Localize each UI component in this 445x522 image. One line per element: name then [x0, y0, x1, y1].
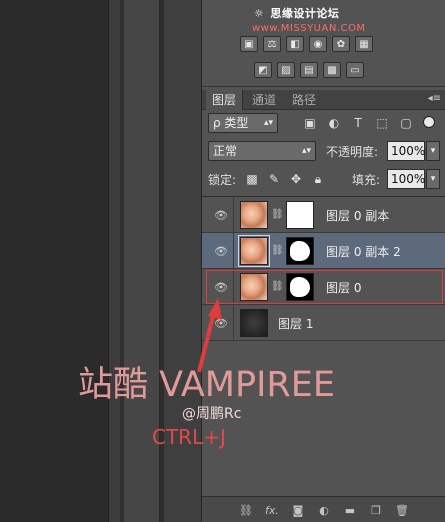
panel-menu-icon[interactable]: ◂≡	[428, 93, 441, 104]
layer-thumbnail[interactable]	[240, 201, 268, 229]
layers-panel-group: ☼ 思缘设计论坛 www.MISSYUAN.COM ▣ ⚖ ◧ ◉ ✿ ▦ ◩ …	[202, 0, 445, 522]
overlay-title: 站酷 VAMPIREE	[78, 365, 335, 405]
bottom-icons: ⛓ fx. ◙ ◐ ▬ ❐ 🗑︎	[238, 502, 410, 518]
eye-icon[interactable]: 👁︎	[214, 317, 228, 330]
fill-label: 填充:	[352, 173, 381, 187]
panel-dock-strip	[108, 0, 120, 522]
selective-color-icon[interactable]: ▩	[323, 62, 341, 78]
adjustment-filter-icon[interactable]: ◐	[326, 115, 342, 131]
black-white-icon[interactable]: ◧	[286, 36, 304, 52]
text-filter-icon[interactable]: T	[350, 115, 366, 131]
invert-icon[interactable]: ◩	[254, 62, 272, 78]
adjustment-row-2: ◩ ▨ ▤ ▩ ▭	[254, 62, 364, 78]
layer-row[interactable]: 👁︎ ⛓ 图层 0 副本	[202, 197, 445, 233]
watermark-text: 思缘设计论坛	[270, 7, 340, 20]
watermark: ☼ 思缘设计论坛 www.MISSYUAN.COM	[252, 5, 445, 34]
lock-brush-icon[interactable]: ✎	[266, 171, 282, 187]
layer-row[interactable]: 👁︎ 图层 1	[202, 305, 445, 341]
adjustments-panel: ☼ 思缘设计论坛 www.MISSYUAN.COM ▣ ⚖ ◧ ◉ ✿ ▦ ◩ …	[202, 0, 445, 87]
filter-type-label: ρ 类型	[213, 116, 249, 130]
eye-icon[interactable]: 👁︎	[214, 209, 228, 222]
smart-object-filter-icon[interactable]: ▢	[398, 115, 414, 131]
overlay-author: @周鹏Rc	[182, 406, 242, 422]
filter-toggle-icon[interactable]	[423, 116, 435, 128]
filter-type-select[interactable]: ρ 类型 ▴▾	[208, 113, 278, 133]
layer-thumbnail[interactable]	[238, 235, 270, 267]
chain-link-icon[interactable]: ⛓	[271, 245, 284, 256]
fill-dropdown-icon[interactable]: ▾	[426, 169, 440, 189]
eye-icon[interactable]: 👁︎	[214, 245, 228, 258]
mask-thumbnail[interactable]	[286, 237, 314, 265]
link-layers-icon[interactable]: ⛓	[238, 502, 254, 518]
layers-list: 👁︎ ⛓ 图层 0 副本 👁︎ ⛓ 图层 0 副本 2 👁︎ ⛓ 图层 0 👁︎	[202, 196, 445, 496]
adjustment-layer-icon[interactable]: ◐	[316, 502, 332, 518]
fx-icon[interactable]: fx.	[264, 502, 280, 518]
layer-thumbnail[interactable]	[240, 309, 268, 337]
channel-mixer-icon[interactable]: ✿	[332, 36, 350, 52]
panel-tabs: 图层 通道 路径 ◂≡	[202, 90, 445, 110]
lock-transparency-icon[interactable]: ▩	[244, 171, 260, 187]
opacity-field[interactable]: 100%	[387, 141, 425, 161]
annotation-highlight-box	[206, 270, 443, 304]
filter-icons: ▣ ◐ T ⬚ ▢	[302, 115, 414, 131]
balance-scale-icon[interactable]: ⚖	[263, 36, 281, 52]
tab-layers[interactable]: 图层	[206, 90, 244, 110]
tab-paths[interactable]: 路径	[286, 90, 322, 110]
adjustment-row-1: ▣ ⚖ ◧ ◉ ✿ ▦	[240, 36, 373, 52]
overlay-shortcut: CTRL+J	[152, 425, 226, 449]
trash-icon[interactable]: 🗑︎	[394, 502, 410, 518]
lock-all-icon[interactable]: 🔒︎	[310, 171, 326, 187]
layers-bottom-bar: ⛓ fx. ◙ ◐ ▬ ❐ 🗑︎	[202, 496, 445, 522]
lock-move-icon[interactable]: ✥	[288, 171, 304, 187]
blend-mode-select[interactable]: 正常 ▴▾	[208, 141, 316, 161]
group-folder-icon[interactable]: ▬	[342, 502, 358, 518]
sun-icon: ☼	[253, 7, 265, 20]
updown-arrows-icon: ▴▾	[263, 118, 273, 128]
updown-arrows-icon: ▴▾	[301, 146, 311, 156]
document-canvas-area	[0, 0, 108, 522]
threshold-icon[interactable]: ▤	[300, 62, 318, 78]
layer-row-selected[interactable]: 👁︎ ⛓ 图层 0 副本 2	[202, 233, 445, 269]
layer-name[interactable]: 图层 1	[278, 315, 313, 332]
chain-link-icon[interactable]: ⛓	[271, 209, 284, 220]
tab-channels[interactable]: 通道	[246, 90, 282, 110]
opacity-dropdown-icon[interactable]: ▾	[426, 141, 440, 161]
layer-name[interactable]: 图层 0 副本	[326, 207, 389, 224]
lock-icons: ▩ ✎ ✥ 🔒︎	[244, 171, 326, 187]
layer-name[interactable]: 图层 0 副本 2	[326, 243, 401, 260]
posterize-icon[interactable]: ▨	[277, 62, 295, 78]
shape-filter-icon[interactable]: ⬚	[374, 115, 390, 131]
layer-filter-row: ρ 类型 ▴▾ ▣ ◐ T ⬚ ▢	[208, 113, 441, 135]
lock-label: 锁定:	[208, 173, 237, 187]
photo-filter-icon[interactable]: ◉	[309, 36, 327, 52]
new-layer-icon[interactable]: ❐	[368, 502, 384, 518]
blend-mode-value: 正常	[213, 144, 238, 158]
gradient-map-icon[interactable]: ▭	[346, 62, 364, 78]
color-lookup-icon[interactable]: ▦	[355, 36, 373, 52]
blend-row: 正常 ▴▾ 不透明度: 100% ▾	[208, 141, 441, 161]
lock-row: 锁定: ▩ ✎ ✥ 🔒︎ 填充: 100% ▾	[208, 168, 441, 190]
opacity-label: 不透明度:	[326, 145, 379, 159]
watermark-site: www.MISSYUAN.COM	[252, 23, 366, 34]
color-balance-icon[interactable]: ▣	[240, 36, 258, 52]
mask-thumbnail[interactable]	[286, 201, 314, 229]
image-filter-icon[interactable]: ▣	[302, 115, 318, 131]
fill-field[interactable]: 100%	[387, 169, 425, 189]
add-mask-icon[interactable]: ◙	[290, 502, 306, 518]
